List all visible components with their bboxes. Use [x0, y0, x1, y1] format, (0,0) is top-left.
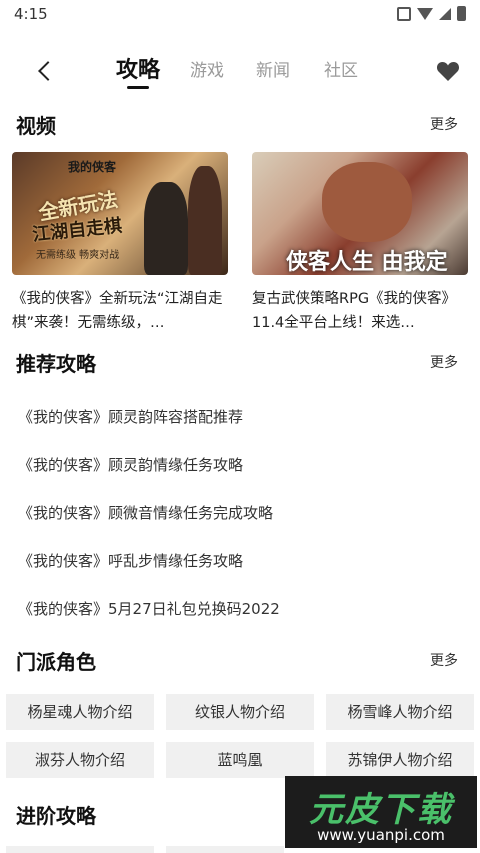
role-chip[interactable]: 杨雪峰人物介绍	[326, 694, 474, 730]
watermark-main-text: 元皮下载	[309, 790, 453, 830]
guide-item[interactable]: 《我的侠客》呼乱步情缘任务攻略	[18, 550, 458, 571]
thumbnail-headline: 侠客人生 由我定义	[286, 249, 448, 275]
advanced-item-peek[interactable]	[166, 846, 284, 853]
tab-community[interactable]: 社区	[324, 56, 358, 81]
watermark-url-text: www.yuanpi.com	[317, 826, 445, 844]
guide-item[interactable]: 《我的侠客》顾灵韵阵容搭配推荐	[18, 406, 458, 427]
top-nav: 攻略 游戏 新闻 社区	[0, 48, 480, 96]
guide-item[interactable]: 《我的侠客》5月27日礼包兑换码2022	[18, 598, 458, 619]
status-time: 4:15	[14, 5, 48, 23]
video-section-title: 视频	[16, 114, 56, 138]
video-thumbnail[interactable]: 侠客人生 由我定义	[252, 152, 468, 275]
role-chip[interactable]: 苏锦伊人物介绍	[326, 742, 474, 778]
guide-item[interactable]: 《我的侠客》顾灵韵情缘任务攻略	[18, 454, 458, 475]
battery-icon	[457, 6, 466, 21]
video-card[interactable]: 侠客人生 由我定义 复古武侠策略RPG《我的侠客》11.4全平台上线！来选…	[252, 152, 468, 335]
video-caption[interactable]: 复古武侠策略RPG《我的侠客》11.4全平台上线！来选…	[252, 287, 468, 335]
guides-more-link[interactable]: 更多	[430, 352, 458, 372]
status-bar: 4:15	[0, 0, 480, 28]
wifi-icon	[417, 7, 433, 20]
video-caption[interactable]: 《我的侠客》全新玩法“江湖自走棋”来袭！无需练级，…	[12, 287, 228, 335]
thumbnail-tagline: 无需练级 畅爽对战	[36, 250, 120, 261]
role-chip[interactable]: 淑芬人物介绍	[6, 742, 154, 778]
video-more-link[interactable]: 更多	[430, 114, 458, 134]
status-icons	[397, 6, 466, 21]
guides-section-title: 推荐攻略	[16, 352, 96, 376]
character-figure	[322, 162, 412, 242]
tab-indicator	[127, 86, 149, 89]
advanced-section-title: 进阶攻略	[16, 804, 96, 828]
character-figure	[188, 166, 222, 275]
role-chip[interactable]: 纹银人物介绍	[166, 694, 314, 730]
factions-section-header: 门派角色 更多	[0, 646, 480, 680]
tab-guides[interactable]: 攻略	[116, 52, 160, 84]
video-card[interactable]: 我的侠客 全新玩法 江湖自走棋 无需练级 畅爽对战 《我的侠客》全新玩法“江湖自…	[12, 152, 228, 335]
favorite-heart-icon[interactable]	[436, 60, 460, 82]
video-thumbnail[interactable]: 我的侠客 全新玩法 江湖自走棋 无需练级 畅爽对战	[12, 152, 228, 275]
vibrate-icon	[397, 6, 411, 21]
factions-section-title: 门派角色	[16, 650, 96, 674]
back-icon[interactable]	[36, 62, 56, 82]
thumbnail-logo-text: 我的侠客	[68, 160, 117, 174]
guides-section-header: 推荐攻略 更多	[0, 348, 480, 382]
factions-more-link[interactable]: 更多	[430, 650, 458, 670]
guide-item[interactable]: 《我的侠客》顾微音情缘任务完成攻略	[18, 502, 458, 523]
watermark-logo: 元皮下载 www.yuanpi.com	[285, 776, 477, 848]
advanced-item-peek[interactable]	[6, 846, 154, 853]
role-chip[interactable]: 杨星魂人物介绍	[6, 694, 154, 730]
role-chip[interactable]: 蓝鸣凰	[166, 742, 314, 778]
signal-icon	[439, 7, 451, 20]
tab-games[interactable]: 游戏	[190, 56, 224, 81]
character-figure	[144, 182, 188, 275]
tab-news[interactable]: 新闻	[256, 56, 290, 81]
video-section-header: 视频 更多	[0, 110, 480, 144]
